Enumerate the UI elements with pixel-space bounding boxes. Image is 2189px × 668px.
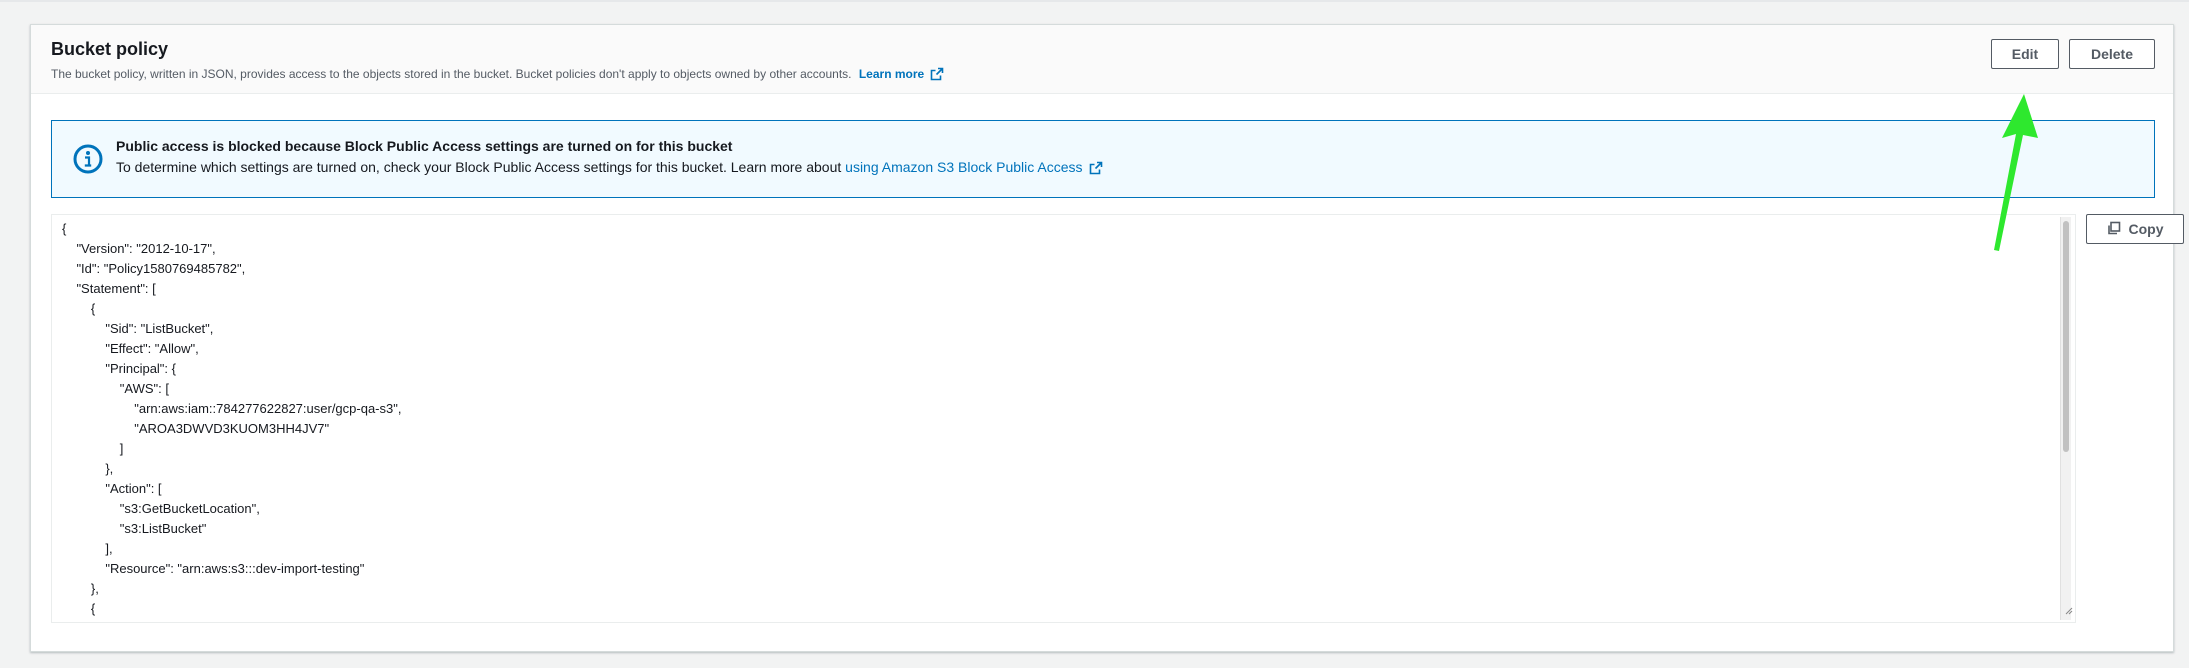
panel-title: Bucket policy bbox=[51, 39, 169, 59]
block-public-access-link[interactable]: using Amazon S3 Block Public Access bbox=[845, 159, 1102, 175]
vertical-scrollbar[interactable] bbox=[2060, 217, 2071, 620]
alert-body: To determine which settings are turned o… bbox=[116, 159, 1103, 178]
block-public-access-link-label: using Amazon S3 Block Public Access bbox=[845, 159, 1083, 175]
copy-button[interactable]: Copy bbox=[2086, 214, 2184, 244]
delete-button[interactable]: Delete bbox=[2069, 39, 2155, 69]
external-link-icon bbox=[930, 67, 944, 84]
edit-button[interactable]: Edit bbox=[1991, 39, 2059, 69]
top-divider bbox=[0, 0, 2189, 2]
alert-title: Public access is blocked because Block P… bbox=[116, 138, 733, 154]
learn-more-label: Learn more bbox=[858, 67, 925, 81]
bucket-policy-panel: Bucket policy The bucket policy, written… bbox=[30, 24, 2184, 652]
alert-body-text: To determine which settings are turned o… bbox=[116, 159, 842, 175]
external-link-icon bbox=[1089, 161, 1103, 178]
policy-json-viewer[interactable]: { "Version": "2012-10-17", "Id": "Policy… bbox=[51, 214, 2076, 623]
description-text: The bucket policy, written in JSON, prov… bbox=[51, 67, 852, 81]
annotation-arrow-icon bbox=[1994, 94, 2038, 251]
panel-header: Bucket policy The bucket policy, written… bbox=[31, 25, 2173, 94]
resize-handle-icon[interactable] bbox=[2063, 602, 2073, 620]
learn-more-link[interactable]: Learn more bbox=[859, 67, 944, 81]
panel-description: The bucket policy, written in JSON, prov… bbox=[51, 67, 944, 84]
scroll-thumb[interactable] bbox=[2063, 221, 2069, 452]
block-public-access-alert: Public access is blocked because Block P… bbox=[51, 120, 2155, 198]
copy-icon bbox=[2107, 221, 2121, 238]
copy-label: Copy bbox=[2128, 221, 2164, 237]
info-icon bbox=[72, 143, 104, 180]
policy-json-text: { "Version": "2012-10-17", "Id": "Policy… bbox=[62, 221, 402, 616]
